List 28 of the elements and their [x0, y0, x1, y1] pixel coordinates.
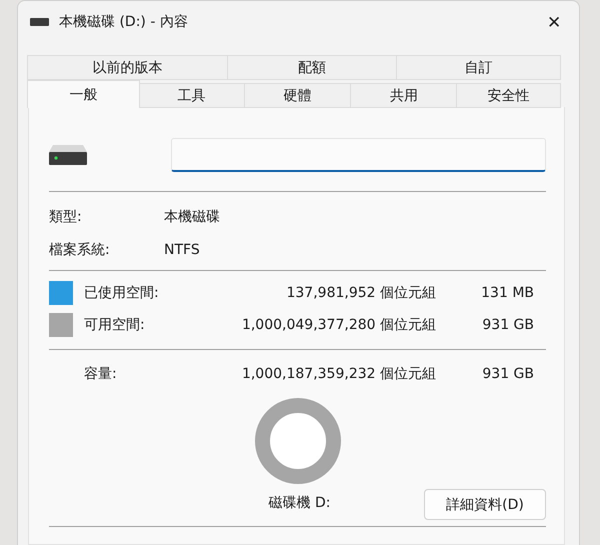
space-bytes: 1,000,049,377,280 個位元組: [240, 316, 436, 334]
space-bytes: 137,981,952 個位元組: [285, 284, 436, 302]
tab[interactable]: 一般: [27, 80, 140, 108]
space-label: 可用空間:: [84, 316, 146, 334]
tab[interactable]: 工具: [138, 83, 245, 108]
tab[interactable]: 硬體: [244, 83, 352, 108]
drive-icon: [49, 145, 87, 165]
drive-label: 磁碟機 D:: [268, 494, 330, 512]
window-title: 本機磁碟 (D:) - 內容: [59, 13, 189, 31]
details-button[interactable]: 詳細資料(D): [424, 489, 546, 520]
tab[interactable]: 安全性: [456, 83, 561, 108]
info-value: NTFS: [164, 242, 200, 258]
close-button[interactable]: ✕: [543, 12, 565, 32]
space-size: 931 GB: [481, 317, 535, 333]
space-size: 131 MB: [480, 285, 535, 301]
tab[interactable]: 以前的版本: [27, 55, 228, 80]
info-value: 本機磁碟: [164, 208, 220, 226]
info-label: 檔案系統:: [49, 240, 111, 258]
capacity-size: 931 GB: [481, 366, 535, 382]
info-label: 類型:: [49, 208, 83, 226]
tab[interactable]: 配額: [227, 55, 397, 80]
drive-icon: [30, 18, 49, 26]
capacity-bytes: 1,000,187,359,232 個位元組: [240, 365, 436, 383]
tab[interactable]: 共用: [350, 83, 458, 108]
tab[interactable]: 自訂: [396, 55, 562, 80]
space-label: 已使用空間:: [84, 284, 160, 302]
capacity-label: 容量:: [83, 365, 118, 383]
name-field[interactable]: [171, 138, 546, 172]
